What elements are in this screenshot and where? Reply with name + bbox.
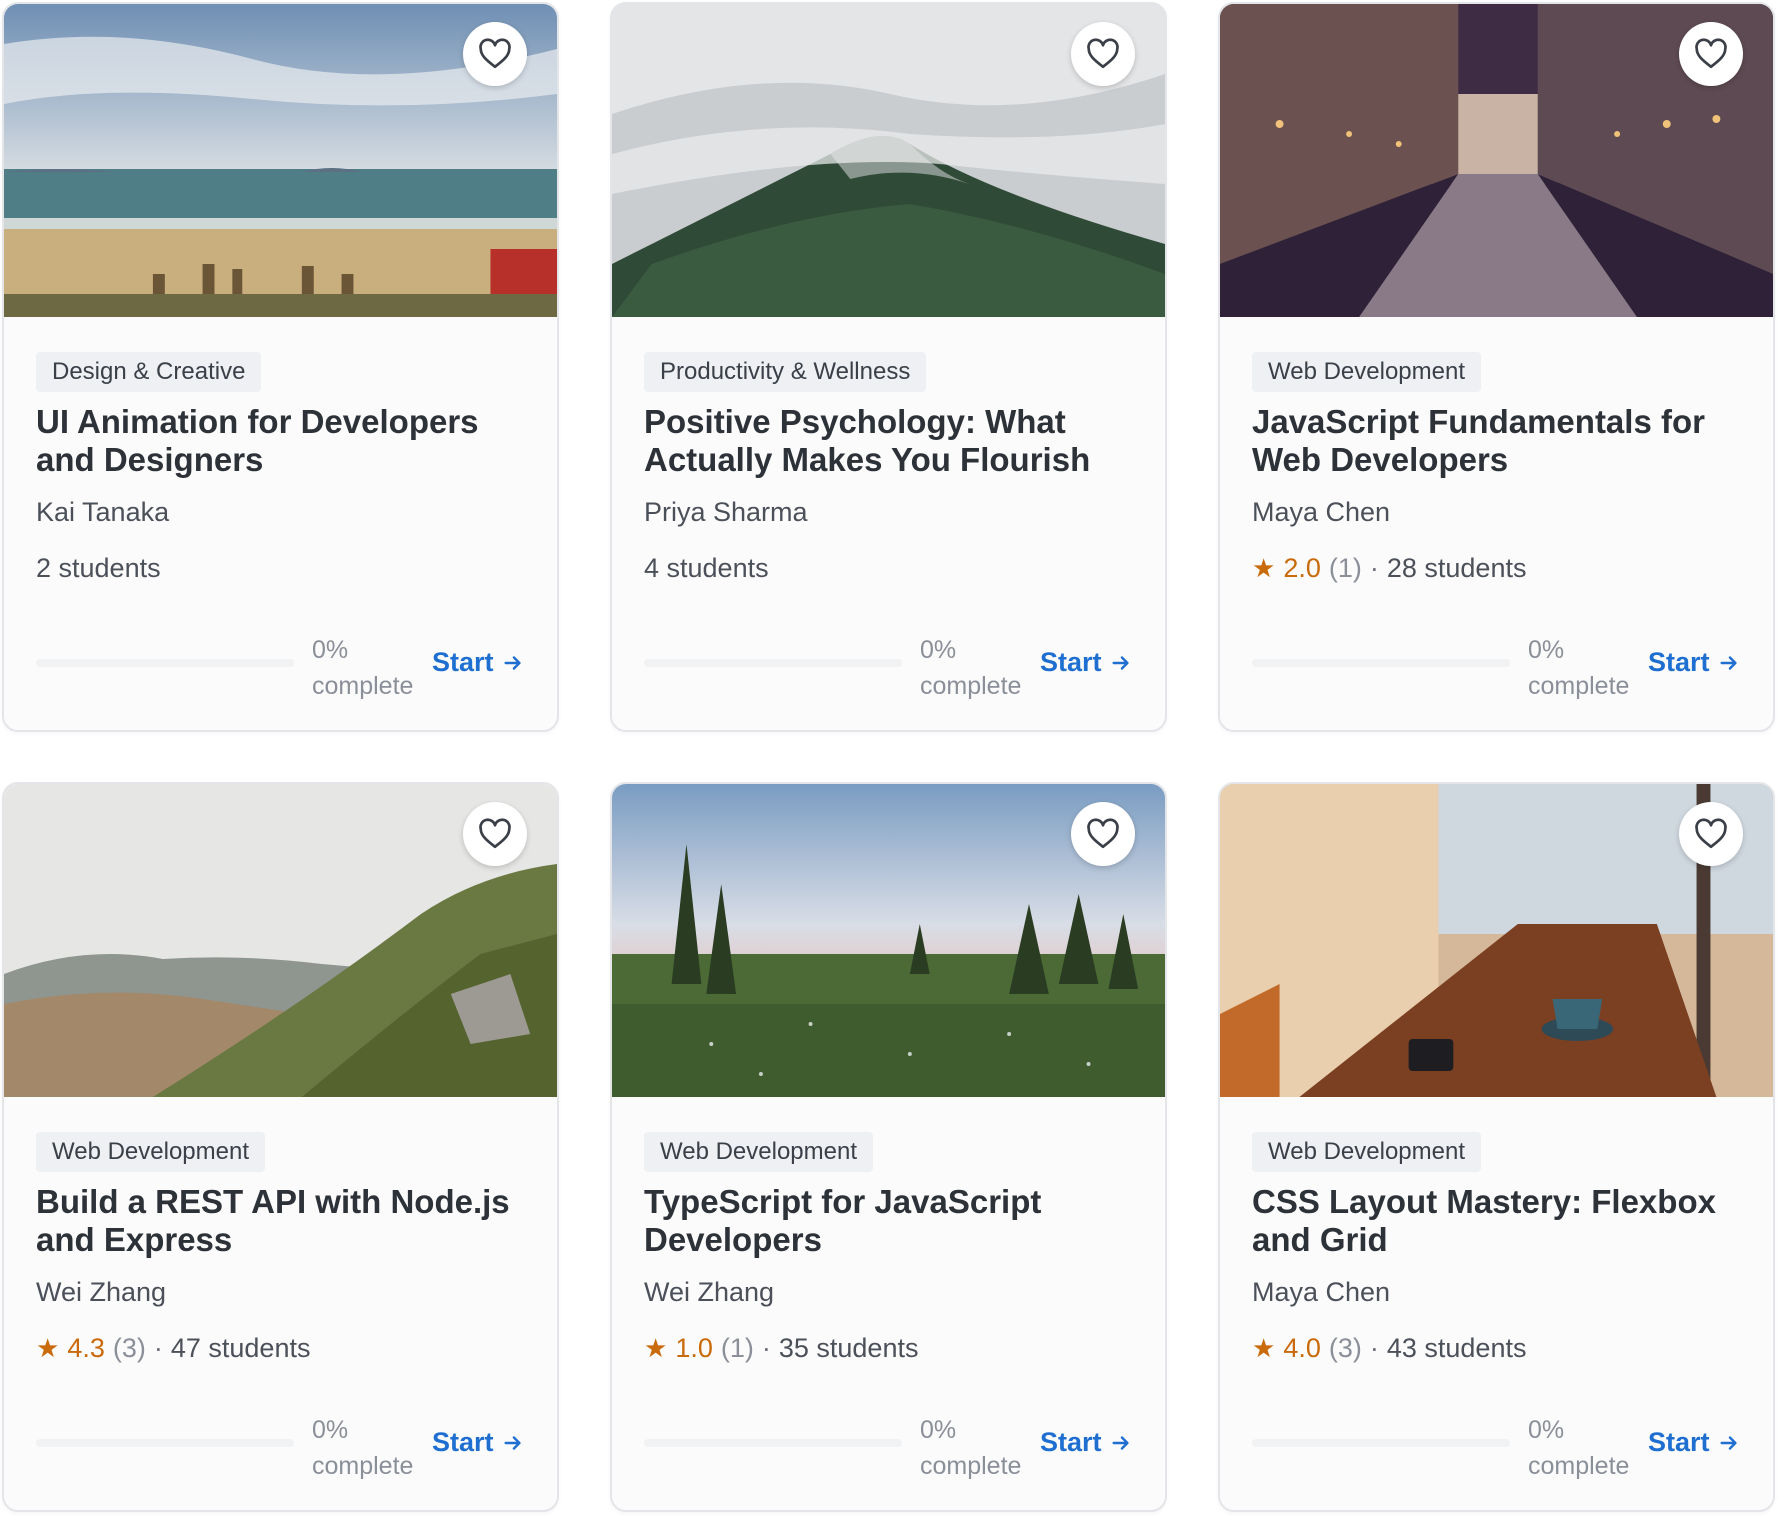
course-meta: 2 students: [36, 553, 161, 584]
instructor-name: Kai Tanaka: [36, 497, 170, 527]
course-title[interactable]: CSS Layout Mastery: Flexbox and Grid: [1252, 1183, 1731, 1259]
start-label: Start: [1040, 1427, 1102, 1457]
instructor-name: Wei Zhang: [36, 1277, 167, 1307]
progress-bar: [36, 659, 294, 667]
instructor-name: Maya Chen: [1252, 497, 1391, 527]
progress-bar: [1252, 659, 1510, 667]
course-card[interactable]: Web Development CSS Layout Mastery: Flex…: [1218, 782, 1775, 1512]
course-card[interactable]: Productivity & Wellness Positive Psychol…: [610, 2, 1167, 732]
star-icon: ★: [1252, 1333, 1276, 1363]
student-count: 4 students: [644, 553, 769, 583]
heart-icon: [477, 816, 513, 852]
rating-count: (1): [1328, 553, 1362, 583]
start-button[interactable]: Start: [1648, 647, 1740, 678]
category-badge: Design & Creative: [36, 352, 262, 392]
progress-label: 0% complete: [312, 1416, 414, 1480]
heart-icon: [1085, 816, 1121, 852]
progress-label: 0% complete: [312, 636, 414, 700]
rating-value: 4.0: [1283, 1333, 1321, 1363]
separator-dot: ·: [1369, 553, 1379, 583]
arrow-right-icon: [1110, 1432, 1132, 1454]
course-meta: 4 students: [644, 553, 769, 584]
arrow-right-icon: [502, 1432, 524, 1454]
student-count: 43 students: [1386, 1333, 1527, 1363]
arrow-right-icon: [1718, 652, 1740, 674]
progress-bar: [644, 1439, 902, 1447]
category-badge: Web Development: [1252, 1132, 1481, 1172]
start-button[interactable]: Start: [1040, 647, 1132, 678]
instructor-name: Wei Zhang: [644, 1277, 775, 1307]
start-label: Start: [1040, 647, 1102, 677]
separator-dot: ·: [761, 1333, 771, 1363]
favorite-button[interactable]: [1679, 802, 1743, 866]
progress-label: 0% complete: [1528, 1416, 1630, 1480]
course-title[interactable]: UI Animation for Developers and Designer…: [36, 403, 515, 479]
course-title[interactable]: TypeScript for JavaScript Developers: [644, 1183, 1123, 1259]
start-label: Start: [1648, 647, 1710, 677]
category-badge: Web Development: [36, 1132, 265, 1172]
student-count: 2 students: [36, 553, 161, 583]
course-meta: ★ 4.0 (3) · 43 students: [1252, 1333, 1526, 1364]
arrow-right-icon: [1718, 1432, 1740, 1454]
star-icon: ★: [36, 1333, 60, 1363]
progress-label: 0% complete: [1528, 636, 1630, 700]
progress-bar: [644, 659, 902, 667]
progress-label: 0% complete: [920, 1416, 1022, 1480]
progress-bar: [36, 1439, 294, 1447]
star-icon: ★: [1252, 553, 1276, 583]
progress-bar: [1252, 1439, 1510, 1447]
course-meta: ★ 4.3 (3) · 47 students: [36, 1333, 310, 1364]
rating-count: (3): [112, 1333, 146, 1363]
student-count: 35 students: [778, 1333, 919, 1363]
favorite-button[interactable]: [463, 22, 527, 86]
heart-icon: [477, 36, 513, 72]
course-card[interactable]: Web Development Build a REST API with No…: [2, 782, 559, 1512]
favorite-button[interactable]: [463, 802, 527, 866]
category-badge: Web Development: [644, 1132, 873, 1172]
rating-count: (3): [1328, 1333, 1362, 1363]
course-title[interactable]: Positive Psychology: What Actually Makes…: [644, 403, 1123, 479]
arrow-right-icon: [1110, 652, 1132, 674]
star-icon: ★: [644, 1333, 668, 1363]
start-label: Start: [1648, 1427, 1710, 1457]
separator-dot: ·: [1369, 1333, 1379, 1363]
favorite-button[interactable]: [1071, 22, 1135, 86]
progress-label: 0% complete: [920, 636, 1022, 700]
rating-count: (1): [720, 1333, 754, 1363]
heart-icon: [1693, 816, 1729, 852]
course-card[interactable]: Web Development JavaScript Fundamentals …: [1218, 2, 1775, 732]
rating-value: 1.0: [675, 1333, 713, 1363]
start-button[interactable]: Start: [432, 1427, 524, 1458]
start-button[interactable]: Start: [432, 647, 524, 678]
course-title[interactable]: Build a REST API with Node.js and Expres…: [36, 1183, 515, 1259]
student-count: 47 students: [170, 1333, 311, 1363]
course-title[interactable]: JavaScript Fundamentals for Web Develope…: [1252, 403, 1731, 479]
separator-dot: ·: [153, 1333, 163, 1363]
start-label: Start: [432, 1427, 494, 1457]
instructor-name: Maya Chen: [1252, 1277, 1391, 1307]
instructor-name: Priya Sharma: [644, 497, 808, 527]
category-badge: Web Development: [1252, 352, 1481, 392]
course-grid: Design & Creative UI Animation for Devel…: [0, 0, 1778, 1516]
favorite-button[interactable]: [1679, 22, 1743, 86]
student-count: 28 students: [1386, 553, 1527, 583]
start-label: Start: [432, 647, 494, 677]
course-meta: ★ 1.0 (1) · 35 students: [644, 1333, 918, 1364]
rating-value: 4.3: [67, 1333, 105, 1363]
course-card[interactable]: Design & Creative UI Animation for Devel…: [2, 2, 559, 732]
heart-icon: [1085, 36, 1121, 72]
course-card[interactable]: Web Development TypeScript for JavaScrip…: [610, 782, 1167, 1512]
start-button[interactable]: Start: [1648, 1427, 1740, 1458]
favorite-button[interactable]: [1071, 802, 1135, 866]
start-button[interactable]: Start: [1040, 1427, 1132, 1458]
course-meta: ★ 2.0 (1) · 28 students: [1252, 553, 1526, 584]
rating-value: 2.0: [1283, 553, 1321, 583]
arrow-right-icon: [502, 652, 524, 674]
category-badge: Productivity & Wellness: [644, 352, 927, 392]
heart-icon: [1693, 36, 1729, 72]
